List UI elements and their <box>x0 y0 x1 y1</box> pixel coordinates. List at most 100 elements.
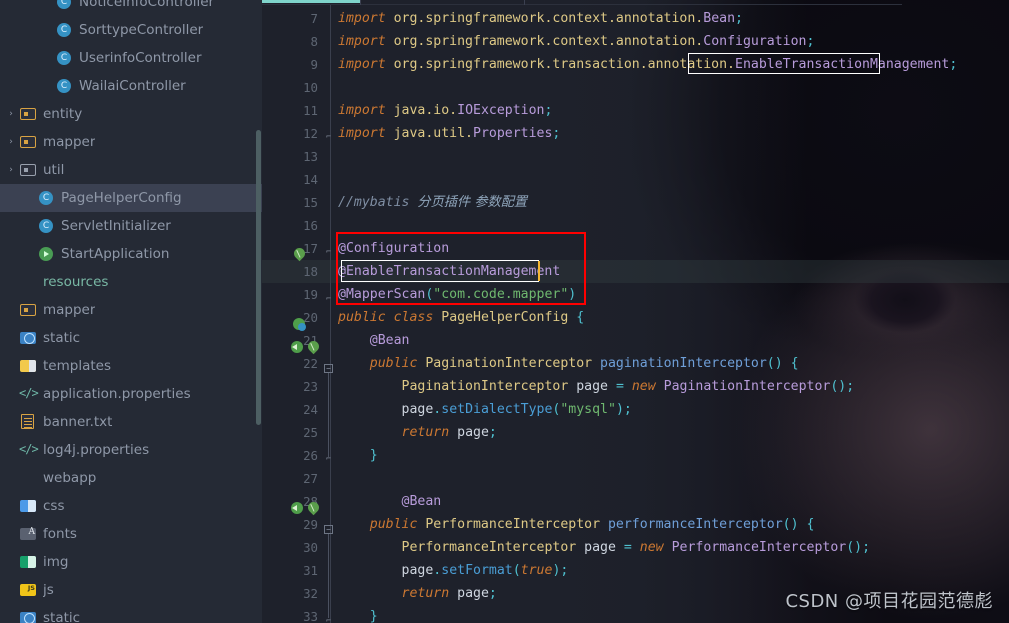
code-text[interactable]: import org.springframework.transaction.a… <box>338 53 957 76</box>
code-line-31[interactable]: 31 page.setFormat(true); <box>262 559 1009 582</box>
tree-item-util[interactable]: › util <box>0 156 262 184</box>
fold-region-icon[interactable]: ⌐ <box>324 248 333 257</box>
code-line-7[interactable]: 7 import org.springframework.context.anno… <box>262 7 1009 30</box>
tree-item-img[interactable]: ›img <box>0 548 262 576</box>
line-number: 23 <box>303 379 318 394</box>
tree-item-label: resources <box>43 274 109 290</box>
web-folder-icon <box>18 609 38 623</box>
tree-item-fonts[interactable]: ›fonts <box>0 520 262 548</box>
code-text[interactable]: } <box>338 605 378 623</box>
tree-item-startapplication[interactable]: ›StartApplication <box>0 240 262 268</box>
tree-item-mapper[interactable]: ›mapper <box>0 128 262 156</box>
tree-item-servletinitializer[interactable]: ›ServletInitializer <box>0 212 262 240</box>
class-icon <box>36 189 56 207</box>
tree-item-sorttypecontroller[interactable]: ›SorttypeController <box>0 16 262 44</box>
fold-collapse-icon[interactable]: − <box>324 364 333 373</box>
code-line-24[interactable]: 24 page.setDialectType("mysql"); <box>262 398 1009 421</box>
chevron-right-icon[interactable]: › <box>4 109 18 119</box>
code-line-23[interactable]: 23 PaginationInterceptor page = new Pagi… <box>262 375 1009 398</box>
code-text[interactable]: import org.springframework.context.annot… <box>338 30 814 53</box>
tree-item-webapp[interactable]: ›webapp <box>0 464 262 492</box>
tree-item-application-properties[interactable]: ›</>application.properties <box>0 380 262 408</box>
code-line-18[interactable]: 18 @EnableTransactionManagement <box>262 260 1009 283</box>
chevron-right-icon[interactable]: › <box>4 165 18 175</box>
tree-item-label: entity <box>43 106 83 122</box>
tree-item-pagehelperconfig[interactable]: ›PageHelperConfig <box>0 184 262 212</box>
code-line-17[interactable]: 17 @Configuration <box>262 237 1009 260</box>
tree-item-wailaicontroller[interactable]: ›WailaiController <box>0 72 262 100</box>
fold-region-icon[interactable]: ⌐ <box>324 295 333 304</box>
code-line-19[interactable]: 19 @MapperScan("com.code.mapper") <box>262 283 1009 306</box>
fonts-folder-icon <box>18 525 38 543</box>
code-line-22[interactable]: 22 public PaginationInterceptor paginati… <box>262 352 1009 375</box>
code-text[interactable]: public PaginationInterceptor paginationI… <box>338 352 799 375</box>
code-line-15[interactable]: 15 //mybatis 分页插件 参数配置 <box>262 191 1009 214</box>
code-text[interactable]: return page; <box>338 421 497 444</box>
code-text[interactable]: PaginationInterceptor page = new Paginat… <box>338 375 855 398</box>
line-number: 31 <box>303 563 318 578</box>
override-gutter-icon[interactable] <box>291 502 303 514</box>
tree-item-label: webapp <box>43 470 97 486</box>
line-number: 11 <box>303 103 318 118</box>
code-text[interactable]: page.setFormat(true); <box>338 559 569 582</box>
tree-item-log4j-properties[interactable]: ›</>log4j.properties <box>0 436 262 464</box>
override-gutter-icon[interactable] <box>291 341 303 353</box>
active-tab-underline <box>262 0 360 3</box>
tree-item-userinfocontroller[interactable]: ›UserinfoController <box>0 44 262 72</box>
code-text[interactable]: @EnableTransactionManagement <box>338 260 560 283</box>
fold-collapse-icon[interactable]: − <box>324 525 333 534</box>
tree-item-static[interactable]: ›static <box>0 604 262 623</box>
properties-file-icon: </> <box>19 386 39 400</box>
project-tool-window[interactable]: ›NoticeInfoController›SorttypeController… <box>0 0 262 623</box>
no-icon <box>18 273 38 291</box>
code-line-28[interactable]: 28 @Bean <box>262 490 1009 513</box>
code-text[interactable]: @Bean <box>338 490 442 513</box>
run-class-icon <box>36 245 56 263</box>
class-icon <box>54 21 74 39</box>
code-line-27[interactable]: 27 <box>262 467 1009 490</box>
line-number: 26 <box>303 448 318 463</box>
class-gutter-icon[interactable] <box>293 318 306 331</box>
code-line-25[interactable]: 25 return page; <box>262 421 1009 444</box>
code-text[interactable]: //mybatis 分页插件 参数配置 <box>338 191 527 214</box>
tree-item-js[interactable]: ›js <box>0 576 262 604</box>
code-text[interactable]: @MapperScan("com.code.mapper") <box>338 283 576 306</box>
code-line-21[interactable]: 21 @Bean <box>262 329 1009 352</box>
code-text[interactable]: public class PageHelperConfig { <box>338 306 584 329</box>
code-line-13[interactable]: 13 <box>262 145 1009 168</box>
code-area[interactable]: 7 import org.springframework.context.anno… <box>262 5 1009 623</box>
code-text[interactable]: import java.io.IOException; <box>338 99 552 122</box>
tree-item-entity[interactable]: › entity <box>0 100 262 128</box>
code-text[interactable]: page.setDialectType("mysql"); <box>338 398 632 421</box>
code-editor[interactable]: 7 import org.springframework.context.anno… <box>262 0 1009 623</box>
code-line-29[interactable]: 29 public PerformanceInterceptor perform… <box>262 513 1009 536</box>
tree-item-mapper[interactable]: ›mapper <box>0 296 262 324</box>
code-text[interactable]: @Configuration <box>338 237 449 260</box>
code-text[interactable]: PerformanceInterceptor page = new Perfor… <box>338 536 871 559</box>
code-line-9[interactable]: 9 import org.springframework.transaction.… <box>262 53 1009 76</box>
code-line-26[interactable]: 26 } <box>262 444 1009 467</box>
code-line-20[interactable]: 20 public class PageHelperConfig { <box>262 306 1009 329</box>
code-line-11[interactable]: 11 import java.io.IOException; <box>262 99 1009 122</box>
code-text[interactable]: import java.util.Properties; <box>338 122 560 145</box>
tree-item-banner-txt[interactable]: ›banner.txt <box>0 408 262 436</box>
code-line-12[interactable]: 12 import java.util.Properties; <box>262 122 1009 145</box>
tree-item-static[interactable]: ›static <box>0 324 262 352</box>
code-text[interactable]: @Bean <box>338 329 410 352</box>
tree-item-css[interactable]: ›css <box>0 492 262 520</box>
code-line-10[interactable]: 10 <box>262 76 1009 99</box>
code-text[interactable]: } <box>338 444 378 467</box>
tree-item-resources[interactable]: ›resources <box>0 268 262 296</box>
fold-region-end-icon[interactable]: ⌐ <box>324 133 333 142</box>
code-line-16[interactable]: 16 <box>262 214 1009 237</box>
code-line-14[interactable]: 14 <box>262 168 1009 191</box>
code-text[interactable]: import org.springframework.context.annot… <box>338 7 743 30</box>
tree-item-noticeinfocontroller[interactable]: ›NoticeInfoController <box>0 0 262 16</box>
tree-item-templates[interactable]: ›templates <box>0 352 262 380</box>
code-line-8[interactable]: 8 import org.springframework.context.anno… <box>262 30 1009 53</box>
code-text[interactable]: public PerformanceInterceptor performanc… <box>338 513 815 536</box>
code-text[interactable]: return page; <box>338 582 497 605</box>
chevron-right-icon[interactable]: › <box>4 137 18 147</box>
sidebar-scrollbar-thumb[interactable] <box>256 130 261 425</box>
code-line-30[interactable]: 30 PerformanceInterceptor page = new Per… <box>262 536 1009 559</box>
